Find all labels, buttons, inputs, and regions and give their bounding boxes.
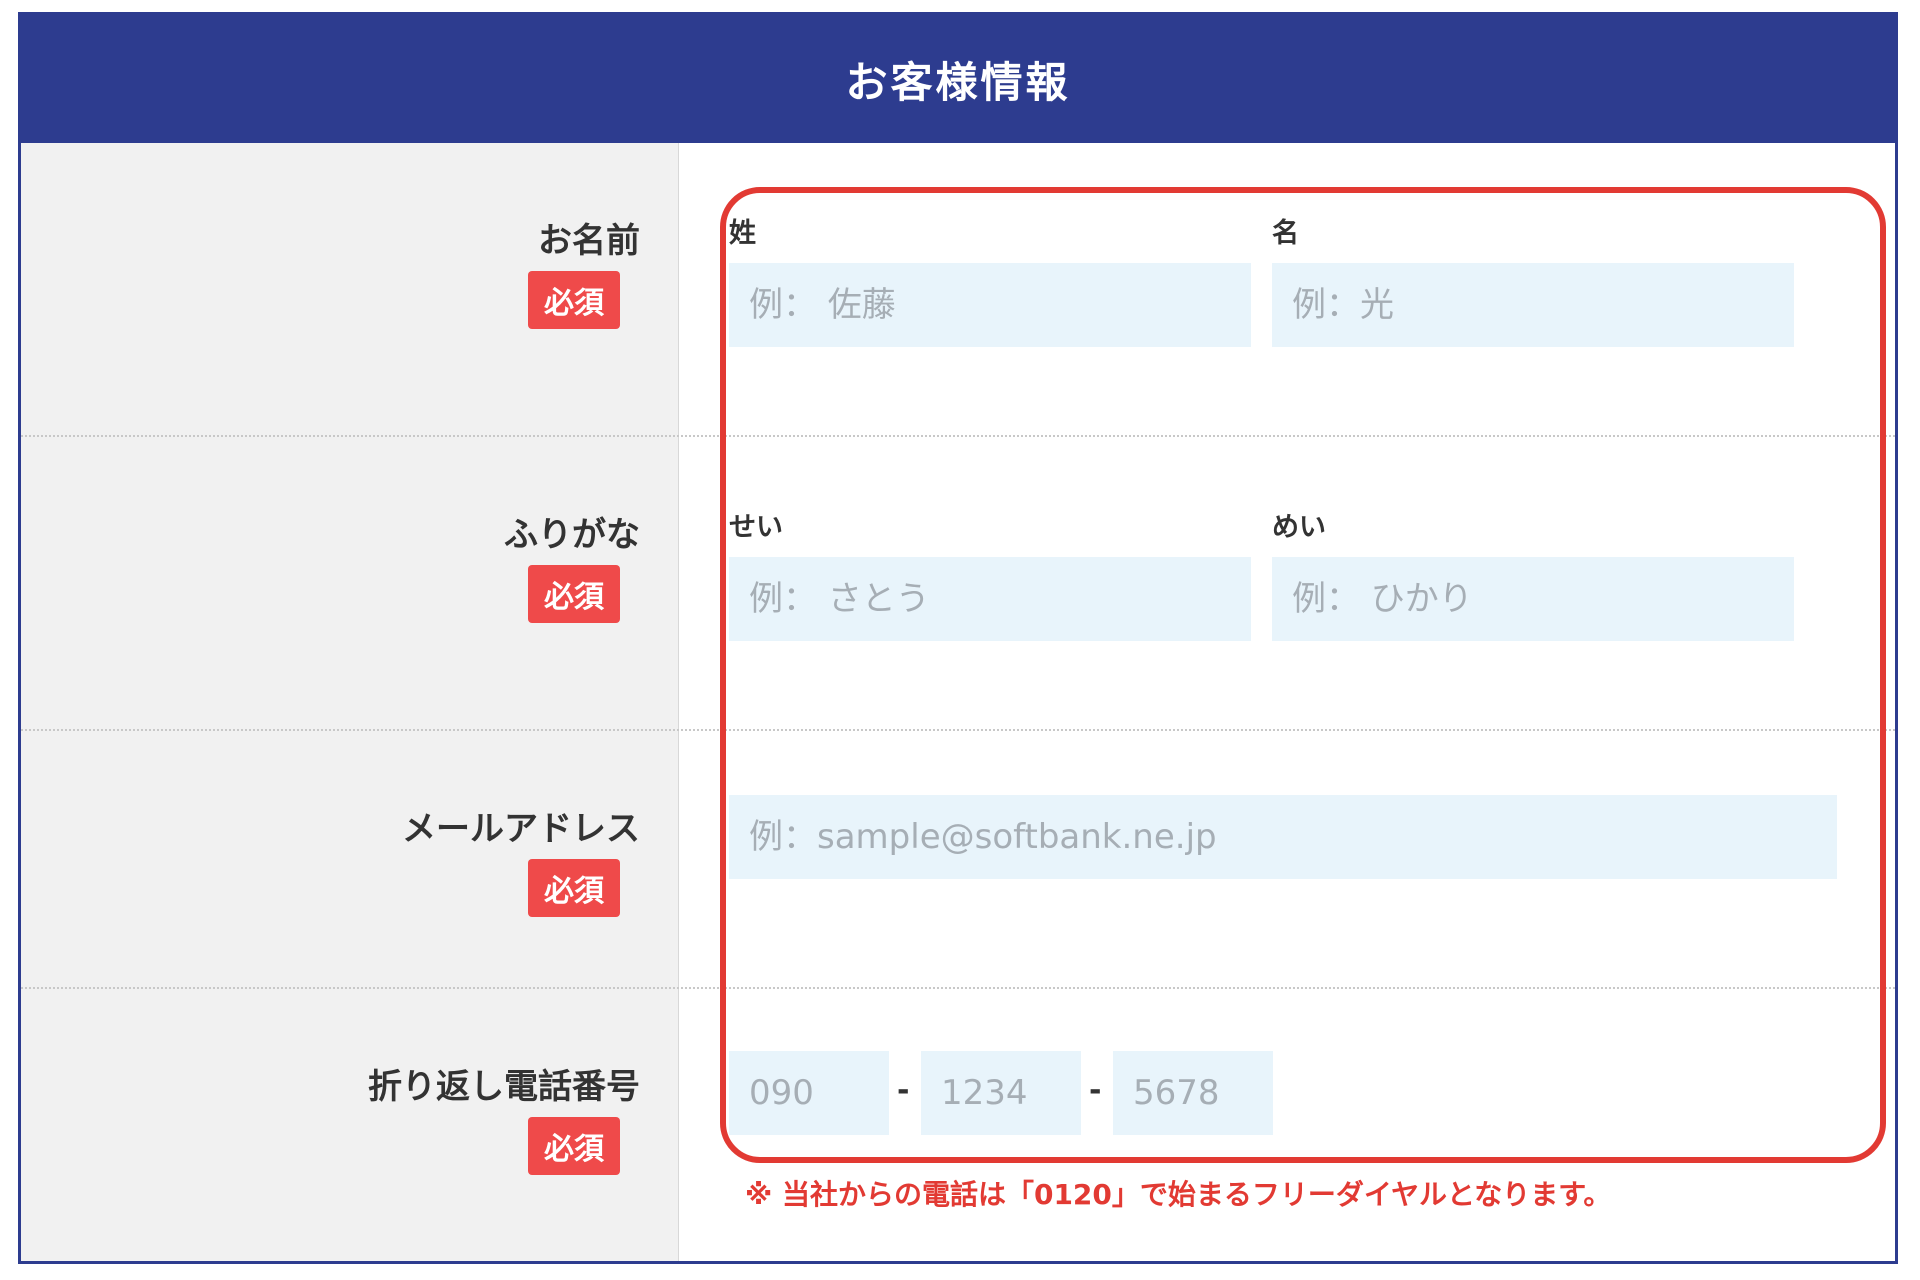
phone-separator: - (897, 1073, 910, 1108)
first-name-input[interactable] (1272, 263, 1794, 347)
required-badge: 必須 (528, 859, 620, 917)
first-name-label: 名 (1272, 218, 1299, 249)
email-label: メールアドレス (402, 809, 640, 849)
phone-note: ※ 当社からの電話は「0120」で始まるフリーダイヤルとなります。 (745, 1178, 1612, 1211)
last-name-label: 姓 (729, 218, 756, 249)
name-label: お名前 (538, 221, 640, 261)
row-divider (21, 435, 1895, 437)
row-divider (21, 729, 1895, 731)
form-title: お客様情報 (845, 57, 1071, 107)
required-badge: 必須 (528, 1117, 620, 1175)
required-badge: 必須 (528, 271, 620, 329)
first-name-kana-label: めい (1272, 512, 1326, 543)
phone-part2-input[interactable] (921, 1051, 1081, 1135)
required-badge: 必須 (528, 565, 620, 623)
phone-part1-input[interactable] (729, 1051, 889, 1135)
phone-separator: - (1089, 1073, 1102, 1108)
email-input[interactable] (729, 795, 1837, 879)
last-name-kana-input[interactable] (729, 557, 1251, 641)
first-name-kana-input[interactable] (1272, 557, 1794, 641)
last-name-input[interactable] (729, 263, 1251, 347)
row-divider (21, 987, 1895, 989)
customer-info-form: お客様情報 お名前 必須 姓 名 ふりがな 必須 せい めい メールアドレス 必… (18, 12, 1898, 1264)
last-name-kana-label: せい (729, 512, 783, 543)
phone-label: 折り返し電話番号 (368, 1067, 640, 1107)
phone-part3-input[interactable] (1113, 1051, 1273, 1135)
form-header: お客様情報 (21, 15, 1895, 143)
furigana-label: ふりがな (504, 515, 640, 555)
